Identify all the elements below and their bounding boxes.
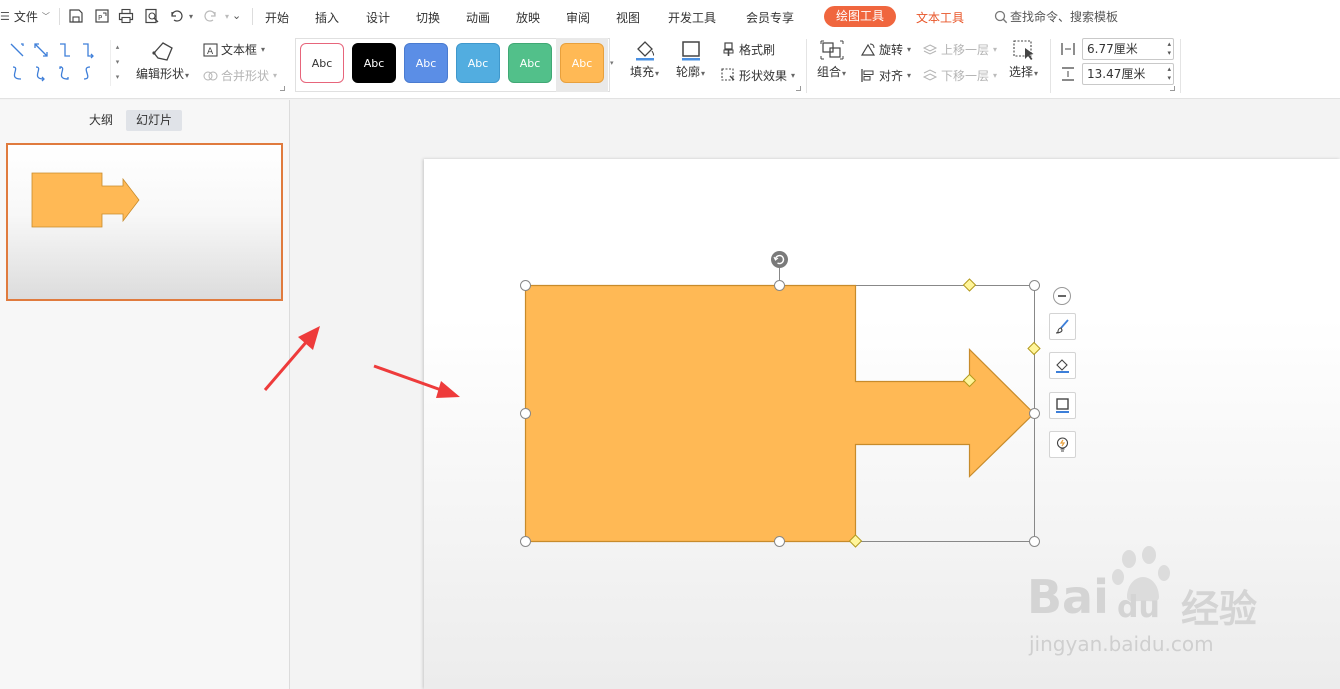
- fill-tool-button[interactable]: [1049, 352, 1076, 379]
- resize-handle-se: [1029, 536, 1040, 547]
- outline-icon: [1056, 398, 1069, 413]
- outline-tool-button[interactable]: [1049, 392, 1076, 419]
- resize-handle-nw: [520, 280, 531, 291]
- resize-handle-n: [774, 280, 785, 291]
- brush-tool-button[interactable]: [1049, 313, 1076, 340]
- resize-handle-ne: [1029, 280, 1040, 291]
- app-window: ☰ 文件 ﹀ P ▾ ▾ ⌄ 开始 插入 设计 切换 动画 放映 审阅 视图 开…: [0, 0, 1340, 689]
- resize-handle-s: [774, 536, 785, 547]
- rotate-handle: [771, 251, 788, 268]
- brush-icon: [1055, 319, 1069, 334]
- resize-handle-w: [520, 408, 531, 419]
- resize-handle-sw: [520, 536, 531, 547]
- smart-tool-button[interactable]: [1049, 431, 1076, 458]
- bulb-icon: [1056, 437, 1069, 452]
- slide-overlay: [263, 251, 1041, 548]
- arrow-shape: [524, 284, 1035, 543]
- collapse-icon[interactable]: [1053, 287, 1071, 305]
- adjust-handle: [1027, 341, 1041, 356]
- annotation-arrow: [263, 326, 320, 391]
- resize-handle-e: [1029, 408, 1040, 419]
- annotation-arrow: [373, 364, 460, 398]
- fill-bucket-icon: [1056, 359, 1069, 373]
- adjust-handle: [962, 278, 977, 292]
